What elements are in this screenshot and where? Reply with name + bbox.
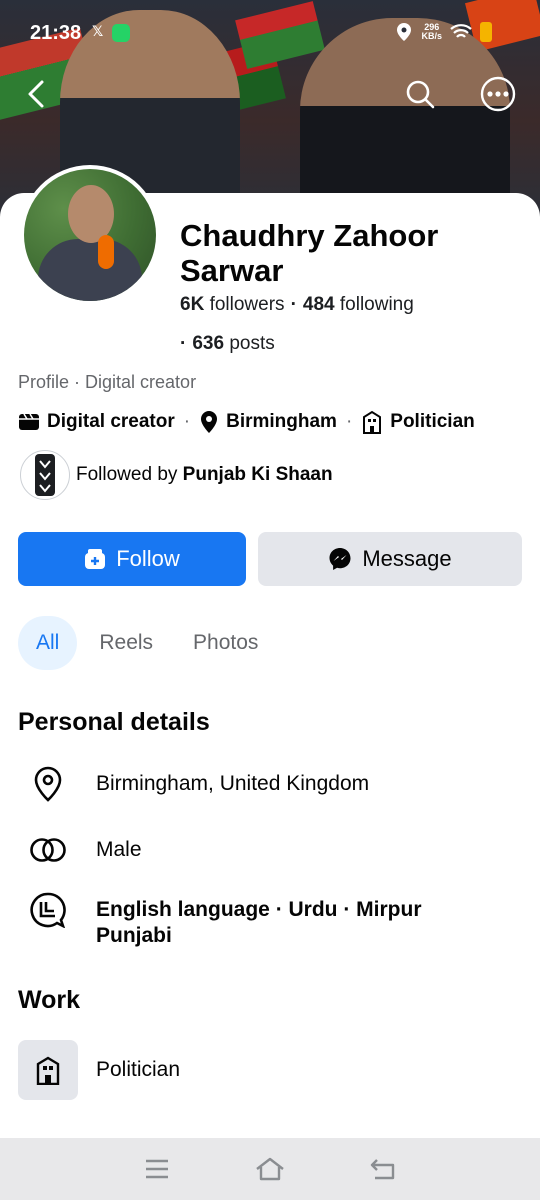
video-icon	[19, 413, 39, 430]
network-speed: 296 KB/s	[421, 23, 442, 41]
profile-category: Profile · Digital creator	[18, 372, 197, 392]
meta-digital-creator: Digital creator	[47, 411, 175, 432]
search-icon	[406, 80, 435, 109]
meta-separator: ·	[345, 411, 353, 432]
profile-stats-line-1: 6K followers · 484 following	[180, 294, 414, 316]
status-right-group: 296 KB/s	[395, 22, 492, 42]
building-icon	[18, 1040, 78, 1100]
home-icon	[256, 1157, 284, 1181]
personal-details-title: Personal details	[18, 708, 210, 736]
system-back-button[interactable]	[363, 1149, 403, 1189]
tab-reels[interactable]: Reels	[81, 616, 171, 670]
location-pin-icon	[28, 764, 68, 804]
followers-label: followers	[209, 294, 285, 315]
message-button-label: Message	[362, 546, 452, 571]
meta-location: Birmingham	[226, 411, 337, 432]
location-pin-icon	[201, 411, 218, 433]
follow-button-label: Follow	[116, 546, 180, 571]
wifi-icon	[450, 24, 472, 38]
tab-all[interactable]: All	[18, 616, 78, 670]
profile-name: Chaudhry Zahoor Sarwar	[180, 218, 439, 288]
location-icon	[397, 23, 412, 41]
more-options-button[interactable]	[478, 74, 518, 114]
recent-apps-button[interactable]	[137, 1149, 177, 1189]
followers-count: 6K	[180, 294, 205, 315]
messenger-icon	[329, 548, 351, 570]
status-time: 21:38	[30, 22, 82, 44]
back-arrow-icon	[28, 80, 44, 108]
language-bubble-icon	[28, 890, 68, 930]
profile-avatar[interactable]	[20, 165, 160, 305]
followed-by-name: Punjab Ki Shaan	[182, 464, 333, 485]
detail-gender: Male	[28, 830, 496, 870]
ornament-logo-icon	[35, 454, 55, 496]
add-friend-icon	[85, 549, 106, 569]
building-icon	[363, 410, 382, 434]
following-link[interactable]: 484 following	[303, 294, 414, 315]
system-nav-bar	[0, 1138, 540, 1200]
posts-label: posts	[229, 333, 275, 354]
followed-by-prefix: Followed by	[76, 464, 178, 485]
battery-icon	[480, 22, 492, 42]
profile-meta-row: Digital creator · Birmingham · Politicia…	[18, 410, 475, 434]
detail-gender-text: Male	[96, 838, 142, 861]
avatar-photo	[24, 169, 156, 301]
posts-link[interactable]: 636 posts	[192, 333, 274, 354]
avatar-person-body	[38, 239, 142, 301]
followed-by-row[interactable]: Followed by Punjab Ki Shaan	[20, 450, 333, 500]
back-button[interactable]	[16, 74, 56, 114]
posts-count: 636	[192, 333, 225, 354]
detail-location: Birmingham, United Kingdom	[28, 764, 496, 804]
x-icon: 𝕏	[92, 23, 104, 39]
detail-languages: English language · Urdu · Mirpur Punjabi	[28, 890, 496, 949]
following-count: 484	[302, 294, 335, 315]
whatsapp-icon	[112, 24, 130, 42]
work-item-text: Politician	[96, 1058, 181, 1081]
profile-tabs: All Reels Photos	[18, 616, 280, 670]
message-button[interactable]: Message	[258, 532, 522, 586]
home-button[interactable]	[250, 1149, 290, 1189]
network-speed-unit: KB/s	[421, 31, 442, 41]
meta-politician: Politician	[390, 411, 475, 432]
status-bar: 21:38 𝕏 296 KB/s	[0, 0, 540, 64]
stats-separator: ·	[290, 294, 297, 315]
tab-photos[interactable]: Photos	[175, 616, 276, 670]
work-title: Work	[18, 986, 81, 1014]
menu-icon	[145, 1159, 168, 1179]
following-label: following	[339, 294, 414, 315]
detail-location-text: Birmingham, United Kingdom	[96, 772, 370, 795]
back-icon	[371, 1159, 395, 1180]
detail-languages-text: English language · Urdu · Mirpur Punjabi	[96, 898, 422, 947]
gender-rings-icon	[28, 830, 68, 870]
search-button[interactable]	[400, 74, 440, 114]
meta-separator: ·	[183, 411, 191, 432]
mutual-friend-avatar	[20, 450, 70, 500]
follow-button[interactable]: Follow	[18, 532, 246, 586]
profile-stats-line-2: · 636 posts	[180, 333, 275, 355]
stats-separator: ·	[180, 333, 187, 354]
avatar-microphone	[98, 235, 114, 269]
more-options-icon	[480, 76, 516, 112]
followers-link[interactable]: 6K followers	[180, 294, 285, 315]
